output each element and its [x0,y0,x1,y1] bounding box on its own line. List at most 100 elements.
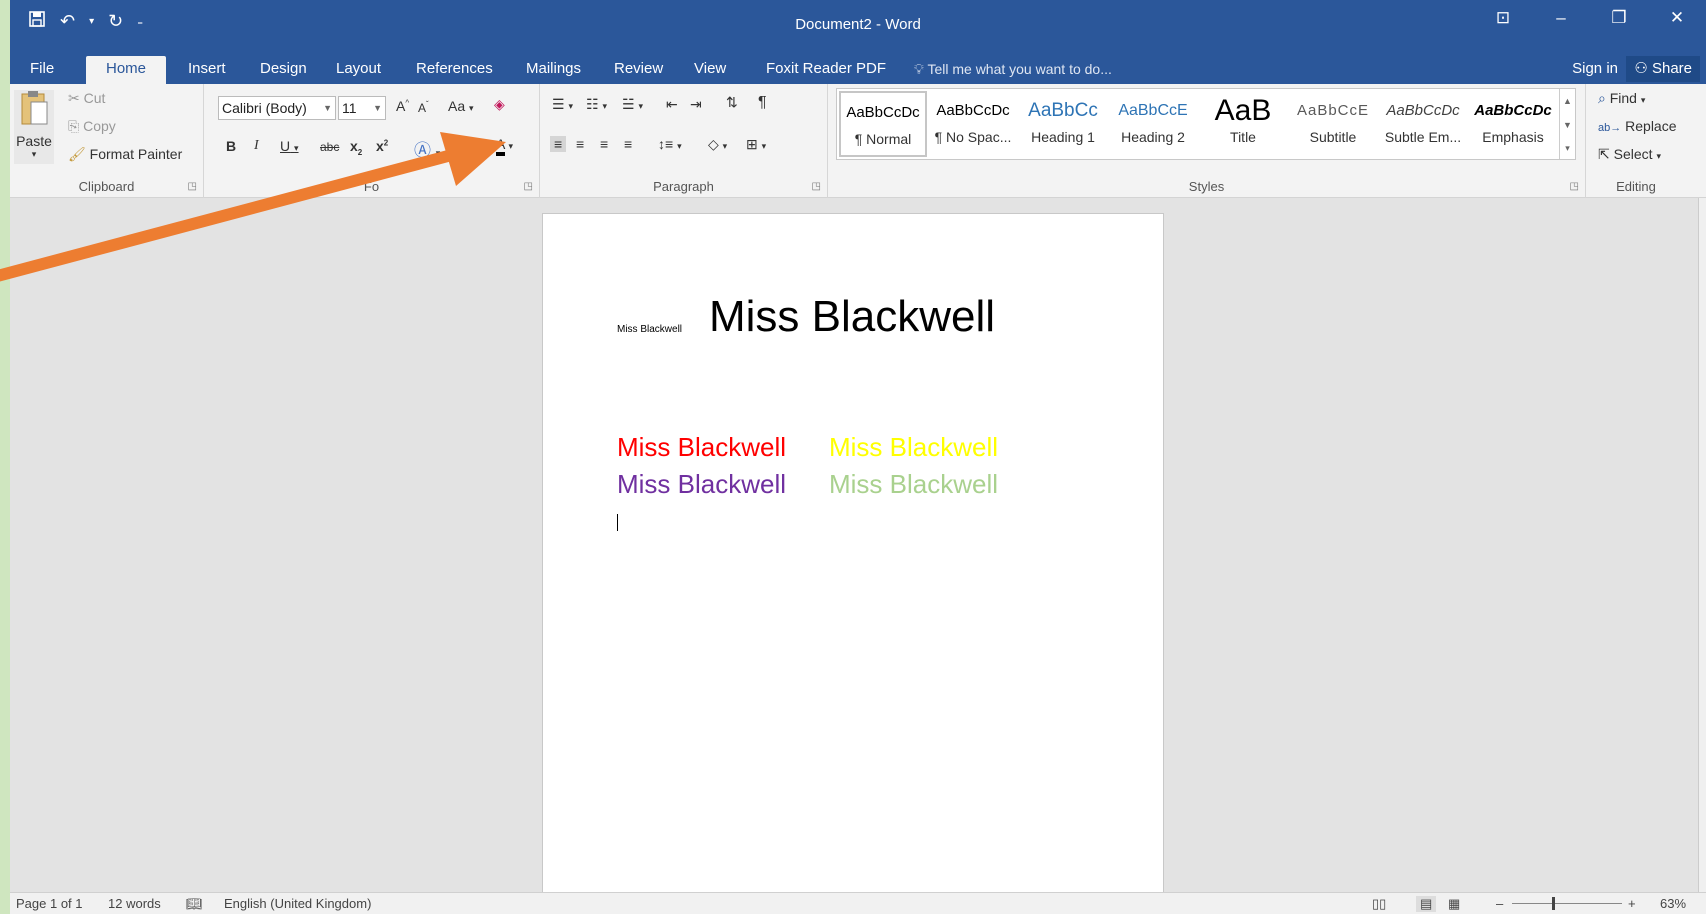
chevron-up-icon[interactable]: ▲ [1560,89,1575,113]
vertical-scrollbar[interactable] [1698,198,1706,892]
style-no-spacing[interactable]: AaBbCcDc ¶ No Spac... [929,91,1017,157]
styles-gallery-scroll[interactable]: ▲ ▼ ▾ [1559,89,1575,159]
close-icon[interactable]: ✕ [1648,8,1706,28]
style-subtitle[interactable]: AaBbCcE Subtitle [1289,91,1377,157]
pointer-icon: ⇱ [1598,146,1610,162]
tab-references[interactable]: References [406,56,503,84]
sign-in-link[interactable]: Sign in [1572,56,1618,82]
text-effects-icon[interactable]: Ⓐ ▾ [414,136,440,161]
bullets-icon[interactable]: ☰ ▾ [552,96,573,113]
superscript-button[interactable]: x2 [376,138,388,154]
zoom-level[interactable]: 63% [1660,896,1686,911]
paste-label: Paste [16,133,52,149]
clipboard-launcher-icon[interactable]: ◳ [188,181,197,192]
justify-icon[interactable]: ≡ [624,136,632,152]
align-right-icon[interactable]: ≡ [600,136,608,152]
show-formatting-marks-icon[interactable]: ¶ [758,94,767,112]
shrink-font-button[interactable]: Aˇ [418,100,429,115]
document-page[interactable]: Miss Blackwell Miss Blackwell Miss Black… [542,213,1164,903]
replace-button[interactable]: ab→ Replace [1598,118,1677,134]
tab-review[interactable]: Review [604,56,673,84]
font-size-select[interactable]: 11 ▼ [338,96,386,120]
read-mode-icon[interactable]: ▯▯ [1372,896,1386,912]
style-heading-2[interactable]: AaBbCcE Heading 2 [1109,91,1197,157]
underline-button[interactable]: U ▾ [280,138,299,154]
share-label: Share [1651,60,1692,77]
ribbon: Paste ▾ ✂ Cut ⎘ Copy 🖌︎ Format Painter C… [10,84,1706,198]
more-styles-icon[interactable]: ▾ [1560,137,1575,159]
green-text-line: Miss Blackwell [829,469,999,499]
bold-button[interactable]: B [226,138,236,154]
line-spacing-icon[interactable]: ↕≡ ▾ [658,136,682,152]
share-button[interactable]: ⚇ Share [1626,56,1700,82]
style-normal[interactable]: AaBbCcDc ¶ Normal [839,91,927,157]
minimize-icon[interactable]: – [1532,8,1590,28]
font-launcher-icon[interactable]: ◳ [524,181,533,192]
tab-home[interactable]: Home [86,56,166,84]
tab-layout[interactable]: Layout [326,56,391,84]
multilevel-list-icon[interactable]: ☱ ▾ [622,96,643,113]
tab-file[interactable]: File [20,56,64,84]
print-layout-icon[interactable]: ▤ [1416,896,1437,912]
yellow-text-line: Miss Blackwell [829,432,999,462]
style-title[interactable]: AaB Title [1199,91,1287,157]
tab-design[interactable]: Design [250,56,317,84]
cut-button[interactable]: ✂ Cut [68,90,105,107]
style-heading-1[interactable]: AaBbCc Heading 1 [1019,91,1107,157]
ribbon-display-options-icon[interactable]: ⊡ [1474,8,1532,28]
clear-formatting-icon[interactable]: ◈ [494,96,505,113]
borders-icon[interactable]: ⊞ ▾ [746,136,766,153]
font-family-select[interactable]: Calibri (Body) ▼ [218,96,336,120]
change-case-button[interactable]: Aa ▾ [448,98,474,114]
styles-group-label: Styles [1188,179,1225,194]
numbering-icon[interactable]: ☷ ▾ [586,96,607,113]
clipboard-group: Paste ▾ ✂ Cut ⎘ Copy 🖌︎ Format Painter C… [10,84,204,198]
align-center-icon[interactable]: ≡ [576,136,584,152]
grow-font-button[interactable]: A^ [396,98,409,114]
find-button[interactable]: ⌕ Find ▾ [1598,90,1645,107]
paste-button[interactable]: Paste ▾ [14,90,54,164]
increase-indent-icon[interactable]: ⇥ [690,96,702,113]
tell-me-search[interactable]: 💡︎ Tell me what you want to do... [914,56,1112,84]
status-bar: Page 1 of 1 12 words 📖︎ English (United … [10,892,1706,914]
window-controls: ⊡ – ❐ ✕ [1474,8,1706,28]
highlight-color-button[interactable]: ab ▾ [452,136,476,156]
italic-button[interactable]: I [254,138,259,154]
copy-icon: ⎘ [68,118,80,134]
styles-launcher-icon[interactable]: ◳ [1570,181,1579,192]
strikethrough-button[interactable]: abc [320,140,339,154]
page-count[interactable]: Page 1 of 1 [16,896,83,911]
zoom-out-icon[interactable]: – [1496,896,1503,911]
align-left-icon[interactable]: ≡ [550,136,567,152]
zoom-slider-thumb[interactable] [1552,897,1555,910]
restore-icon[interactable]: ❐ [1590,8,1648,28]
select-button[interactable]: ⇱ Select ▾ [1598,146,1661,163]
tab-mailings[interactable]: Mailings [516,56,591,84]
magnifier-icon: ⌕ [1598,90,1606,106]
style-emphasis[interactable]: AaBbCcDc Emphasis [1469,91,1557,157]
subscript-button[interactable]: x2 [350,138,362,157]
clipboard-group-label: Clipboard [78,179,135,194]
person-icon: ⚇ [1634,60,1648,77]
word-count[interactable]: 12 words [108,896,161,911]
copy-button[interactable]: ⎘ Copy [68,118,116,135]
zoom-in-icon[interactable]: + [1628,896,1636,911]
zoom-slider[interactable] [1512,903,1622,904]
tab-view[interactable]: View [684,56,736,84]
paragraph-launcher-icon[interactable]: ◳ [812,181,821,192]
decrease-indent-icon[interactable]: ⇤ [666,96,678,113]
chevron-down-icon: ▼ [323,103,332,113]
replace-icon: ab→ [1598,122,1622,134]
tab-insert[interactable]: Insert [178,56,236,84]
window-title: Document2 - Word [795,16,921,33]
shading-icon[interactable]: ◇ ▾ [708,136,727,153]
format-painter-button[interactable]: 🖌︎ Format Painter [68,146,182,163]
style-subtle-emphasis[interactable]: AaBbCcDc Subtle Em... [1379,91,1467,157]
chevron-down-icon[interactable]: ▼ [1560,113,1575,137]
proofing-icon[interactable]: 📖︎ [186,896,203,912]
language[interactable]: English (United Kingdom) [224,896,371,911]
sort-icon[interactable]: ⇅ [726,94,738,111]
tab-foxit-reader-pdf[interactable]: Foxit Reader PDF [756,56,896,84]
web-layout-icon[interactable]: ▦ [1448,896,1460,912]
font-color-button[interactable]: A ▾ [496,136,513,156]
